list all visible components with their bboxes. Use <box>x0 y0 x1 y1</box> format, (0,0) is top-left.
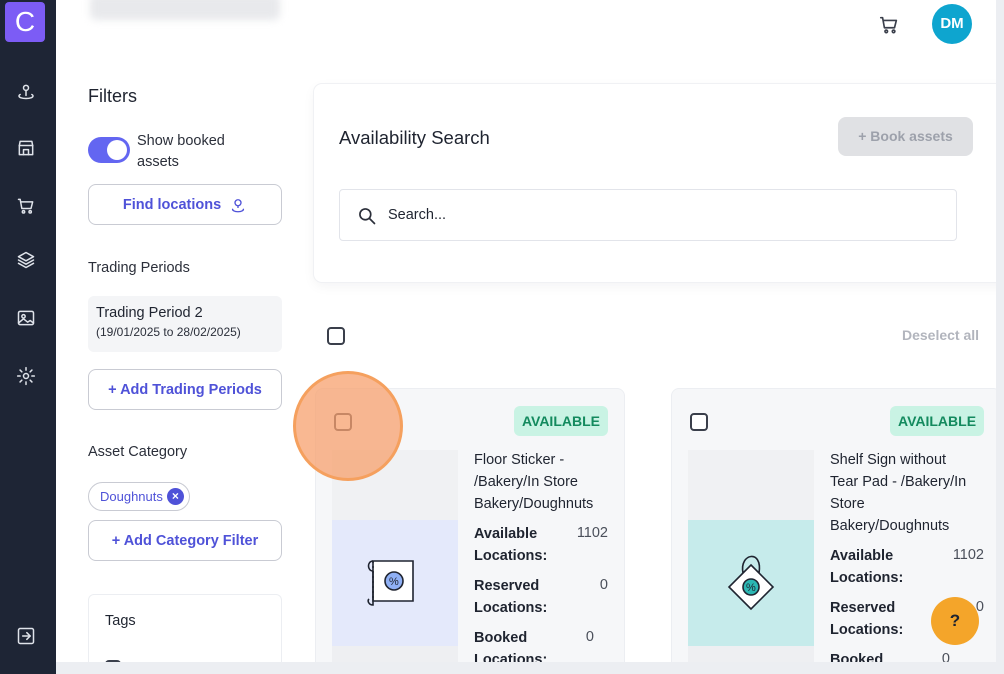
image-icon[interactable] <box>14 306 38 330</box>
layers-icon[interactable] <box>14 248 38 272</box>
asset-title: Shelf Sign without Tear Pad - /Bakery/In… <box>830 452 967 534</box>
show-booked-label: Show booked assets <box>137 133 225 170</box>
help-button[interactable]: ? <box>931 597 979 645</box>
select-all-checkbox[interactable] <box>327 327 345 345</box>
scrollbar-track[interactable] <box>996 0 1004 674</box>
find-locations-label: Find locations <box>122 196 222 213</box>
available-locations-value: 1102 <box>952 547 984 563</box>
asset-category-label: Asset Category <box>88 444 188 460</box>
add-trading-periods-button[interactable]: + Add Trading Periods <box>88 369 282 410</box>
search-box[interactable] <box>339 189 957 241</box>
search-icon <box>359 208 376 225</box>
booked-locations-label: Booked Locations: <box>474 630 548 662</box>
reserved-locations-value: 0 <box>599 577 608 593</box>
trading-period-dates: (19/01/2025 to 28/02/2025) <box>96 325 241 339</box>
trading-periods-label: Trading Periods <box>88 260 190 276</box>
book-assets-button[interactable]: + Book assets <box>838 117 973 156</box>
available-locations-label: Available Locations: <box>830 548 904 586</box>
trading-period-name: Trading Period 2 <box>96 305 203 321</box>
category-chip[interactable]: Doughnuts × <box>88 482 190 511</box>
location-person-icon <box>232 198 245 212</box>
filters-title: Filters <box>88 86 137 106</box>
asset-image-bottom <box>688 646 814 662</box>
tags-panel: Tags <box>88 594 282 662</box>
available-locations-label: Available Locations: <box>474 526 548 564</box>
add-trading-periods-label: + Add Trading Periods <box>108 381 262 398</box>
asset-card-checkbox[interactable] <box>690 413 708 431</box>
asset-image-top <box>688 450 814 520</box>
booked-locations-label: Booked Locations: <box>830 652 884 662</box>
logout-icon[interactable] <box>14 624 38 648</box>
availability-search-title: Availability Search <box>339 127 490 148</box>
availability-search-panel: Availability Search + Book assets <box>314 84 996 282</box>
category-chip-label: Doughnuts <box>100 489 163 504</box>
svg-text:%: % <box>389 576 399 588</box>
booked-locations-value: 0 <box>585 629 594 645</box>
reserved-locations-label: Reserved Locations: <box>830 600 904 638</box>
location-pin-icon[interactable] <box>14 80 38 104</box>
sidebar: C <box>0 0 56 674</box>
reserved-locations-label: Reserved Locations: <box>474 578 548 616</box>
asset-image-bottom <box>332 646 458 662</box>
booked-locations-value: 0 <box>941 651 950 662</box>
page-title-blurred <box>90 0 280 20</box>
app-logo[interactable]: C <box>5 2 45 42</box>
cart-icon[interactable] <box>14 194 38 218</box>
svg-text:%: % <box>746 582 756 594</box>
settings-gear-icon[interactable] <box>14 364 38 388</box>
shelf-sign-icon: % <box>688 520 814 646</box>
bottom-edge <box>56 662 1004 674</box>
add-category-filter-button[interactable]: + Add Category Filter <box>88 520 282 561</box>
trading-period-item[interactable]: Trading Period 2 (19/01/2025 to 28/02/20… <box>88 296 282 352</box>
deselect-all-link[interactable]: Deselect all <box>902 327 979 343</box>
find-locations-button[interactable]: Find locations <box>88 184 282 225</box>
remove-chip-icon[interactable]: × <box>166 488 184 505</box>
add-category-filter-label: + Add Category Filter <box>111 532 259 549</box>
status-badge: AVAILABLE <box>513 406 608 436</box>
show-booked-toggle[interactable] <box>88 137 130 163</box>
tags-label: Tags <box>105 613 136 629</box>
click-highlight <box>293 371 403 481</box>
floor-sticker-icon: % <box>332 520 458 646</box>
user-avatar[interactable]: DM <box>932 4 972 44</box>
cart-icon[interactable] <box>878 14 900 36</box>
asset-title: Floor Sticker - /Bakery/In Store Bakery/… <box>474 452 594 512</box>
store-icon[interactable] <box>14 136 38 160</box>
search-input[interactable] <box>388 190 948 240</box>
status-badge: AVAILABLE <box>890 406 985 436</box>
available-locations-value: 1102 <box>576 525 608 541</box>
main-content: DM Filters Show booked assets Find locat… <box>56 0 996 662</box>
